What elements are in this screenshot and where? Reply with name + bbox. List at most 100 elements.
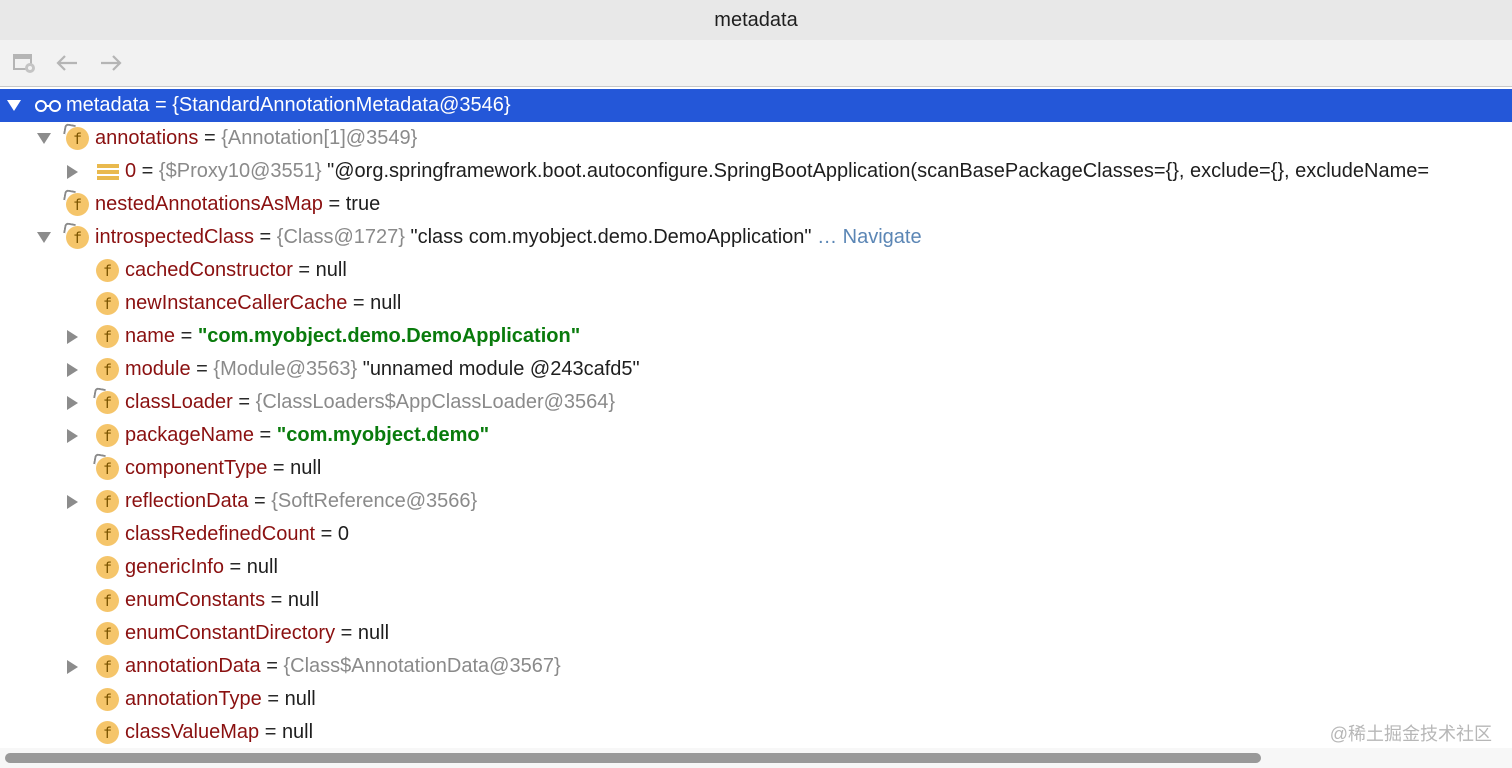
field-icon: f <box>96 292 119 315</box>
field-name: nestedAnnotationsAsMap <box>95 193 323 215</box>
field-icon: f <box>96 424 119 447</box>
object-ref: {Module@3563} <box>213 358 358 380</box>
field-name: 0 <box>125 160 137 182</box>
string-value: "unnamed module @243cafd5" <box>357 358 640 380</box>
field-name: module <box>125 358 191 380</box>
string-value: "@org.springframework.boot.autoconfigure… <box>321 160 1430 182</box>
object-ref: {Class@1727} <box>276 226 405 248</box>
equals-sign: = <box>190 358 214 380</box>
equals-sign: = <box>253 424 277 446</box>
equals-sign: = <box>265 589 288 611</box>
equals-sign: = <box>136 160 159 182</box>
expand-toggle-icon[interactable] <box>61 419 83 452</box>
value: null <box>281 721 314 743</box>
field-icon: f <box>96 259 119 282</box>
tree-row-module[interactable]: f module = {Module@3563} "unnamed module… <box>0 353 1512 386</box>
equals-sign: = <box>267 457 291 479</box>
back-arrow-icon[interactable] <box>53 49 81 77</box>
tree-row-metadata[interactable]: metadata = {StandardAnnotationMetadata@3… <box>0 89 1512 122</box>
string-value: "com.myobject.demo.DemoApplication" <box>197 325 581 347</box>
navigate-link[interactable]: … Navigate <box>812 226 922 249</box>
field-name: classLoader <box>125 391 233 413</box>
collapse-toggle-icon[interactable] <box>33 221 55 254</box>
expand-toggle-icon[interactable] <box>61 353 83 386</box>
field-icon: f <box>63 222 89 249</box>
tree-row-genericInfo[interactable]: f genericInfo = null <box>0 551 1512 584</box>
field-name: cachedConstructor <box>125 259 293 281</box>
equals-sign: = <box>223 556 247 578</box>
tree-row-classRedefinedCount[interactable]: f classRedefinedCount = 0 <box>0 518 1512 551</box>
scrollbar-thumb[interactable] <box>5 753 1261 763</box>
tree-row-classLoader[interactable]: f classLoader = {ClassLoaders$AppClassLo… <box>0 386 1512 419</box>
object-ref: {StandardAnnotationMetadata@3546} <box>172 94 511 116</box>
field-name: name <box>125 325 176 347</box>
tree-row-annotationData[interactable]: f annotationData = {Class$AnnotationData… <box>0 650 1512 683</box>
equals-sign: = <box>315 523 338 545</box>
field-icon: f <box>96 688 119 711</box>
expand-toggle-icon[interactable] <box>61 320 83 353</box>
field-icon: f <box>96 325 119 348</box>
field-icon: f <box>63 189 89 216</box>
forward-arrow-icon[interactable] <box>97 49 125 77</box>
field-icon: f <box>93 387 119 414</box>
field-name: enumConstants <box>125 589 266 611</box>
tree-row-nestedAnnotationsAsMap[interactable]: f nestedAnnotationsAsMap = true <box>0 188 1512 221</box>
equals-sign: = <box>347 292 371 314</box>
collapse-toggle-icon[interactable] <box>3 89 25 122</box>
field-icon: f <box>93 453 119 480</box>
window-titlebar: metadata <box>0 0 1512 40</box>
value: true <box>345 193 381 215</box>
window-title: metadata <box>714 8 798 31</box>
tree-row-cachedConstructor[interactable]: f cachedConstructor = null <box>0 254 1512 287</box>
value: null <box>370 292 402 314</box>
equals-sign: = <box>175 325 198 347</box>
equals-sign: = <box>259 721 282 743</box>
tree-row-introspectedClass[interactable]: f introspectedClass = {Class@1727} "clas… <box>0 221 1512 254</box>
field-name: reflectionData <box>125 490 249 512</box>
field-name: annotationType <box>125 688 262 710</box>
equals-sign: = <box>198 127 222 149</box>
tree-row-newInstanceCallerCache[interactable]: f newInstanceCallerCache = null <box>0 287 1512 320</box>
expand-toggle-icon[interactable] <box>61 386 83 419</box>
field-icon: f <box>96 622 119 645</box>
tree-row-packageName[interactable]: f packageName = "com.myobject.demo" <box>0 419 1512 452</box>
object-ref: {$Proxy10@3551} <box>158 160 322 182</box>
collapse-toggle-icon[interactable] <box>33 122 55 155</box>
horizontal-scrollbar[interactable] <box>0 748 1512 768</box>
tree-row-classValueMap[interactable]: f classValueMap = null <box>0 716 1512 748</box>
string-value: "class com.myobject.demo.DemoApplication… <box>404 226 812 248</box>
tree-row-reflectionData[interactable]: f reflectionData = {SoftReference@3566} <box>0 485 1512 518</box>
field-icon: f <box>96 655 119 678</box>
watch-panel-icon[interactable] <box>11 49 39 77</box>
field-name: enumConstantDirectory <box>125 622 336 644</box>
field-name: packageName <box>125 424 254 446</box>
field-icon: f <box>96 556 119 579</box>
object-ref: {ClassLoaders$AppClassLoader@3564} <box>255 391 616 413</box>
expand-toggle-icon[interactable] <box>61 650 83 683</box>
object-ref: {SoftReference@3566} <box>271 490 478 512</box>
expand-toggle-icon[interactable] <box>61 485 83 518</box>
tree-row-annotation-0[interactable]: 0 = {$Proxy10@3551} "@org.springframewor… <box>0 155 1512 188</box>
field-name: annotations <box>95 127 199 149</box>
object-ref: {Class$AnnotationData@3567} <box>283 655 561 677</box>
tree-row-name[interactable]: f name = "com.myobject.demo.DemoApplicat… <box>0 320 1512 353</box>
field-icon: f <box>96 589 119 612</box>
tree-row-annotationType[interactable]: f annotationType = null <box>0 683 1512 716</box>
tree-row-enumConstants[interactable]: f enumConstants = null <box>0 584 1512 617</box>
watermark: @稀土掘金技术社区 <box>1329 724 1492 744</box>
tree-row-enumConstantDirectory[interactable]: f enumConstantDirectory = null <box>0 617 1512 650</box>
value: 0 <box>337 523 350 545</box>
tree-row-annotations[interactable]: f annotations = {Annotation[1]@3549} <box>0 122 1512 155</box>
field-name: newInstanceCallerCache <box>125 292 348 314</box>
equals-sign: = <box>261 688 285 710</box>
field-name: genericInfo <box>125 556 224 578</box>
field-name: annotationData <box>125 655 261 677</box>
tree-row-componentType[interactable]: f componentType = null <box>0 452 1512 485</box>
expand-toggle-icon[interactable] <box>61 155 83 188</box>
field-icon: f <box>63 123 89 150</box>
variables-tree: metadata = {StandardAnnotationMetadata@3… <box>0 88 1512 748</box>
field-name: introspectedClass <box>95 226 254 248</box>
field-name: classValueMap <box>125 721 260 743</box>
value: null <box>357 622 390 644</box>
value: null <box>290 457 322 479</box>
